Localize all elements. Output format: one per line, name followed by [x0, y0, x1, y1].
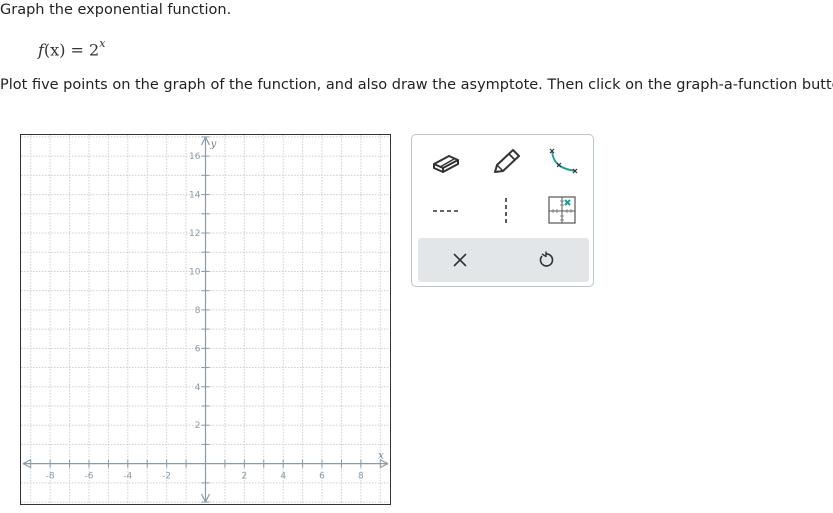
- vertical-asymptote-button[interactable]: [486, 195, 526, 225]
- y-axis-label: y: [210, 139, 217, 150]
- dashed-horizontal-line-icon: [433, 210, 460, 212]
- exponential-curve-icon: [549, 148, 578, 174]
- dashed-vertical-line-icon: [505, 198, 507, 223]
- eraser-button[interactable]: [426, 147, 466, 177]
- y-tick-label: 12: [189, 229, 200, 239]
- instruction-text: Plot five points on the graph of the fun…: [0, 77, 833, 93]
- undo-button[interactable]: [532, 246, 560, 274]
- y-tick-label: 6: [195, 344, 201, 354]
- pencil-button[interactable]: [486, 145, 526, 177]
- function-exponent: x: [99, 37, 106, 50]
- x-tick-label: -8: [46, 472, 55, 482]
- horizontal-asymptote-button[interactable]: [426, 195, 466, 225]
- graph-toolbox: [411, 134, 594, 287]
- point-on-grid-icon: [548, 196, 576, 224]
- x-tick-label: 2: [241, 472, 247, 482]
- point-grid-button[interactable]: [542, 193, 582, 227]
- function-formula: f(x) = 2x: [38, 37, 106, 60]
- question-title: Graph the exponential function.: [0, 2, 232, 18]
- x-tick-label: 6: [319, 472, 325, 482]
- graph-canvas[interactable]: -8 -6 -4 -2 2 4 6 8 2 4 6 8 10 12 14 16 x y: [21, 135, 390, 504]
- y-tick-label: 16: [189, 152, 201, 162]
- y-tick-label: 8: [195, 306, 201, 316]
- x-tick-label: 8: [358, 472, 364, 482]
- y-tick-label: 14: [189, 191, 201, 201]
- x-axis-label: x: [378, 451, 384, 462]
- graph-function-button[interactable]: [540, 145, 584, 177]
- toolbox-action-bar: [418, 238, 589, 282]
- y-tick-label: 10: [189, 267, 201, 277]
- x-tick-label: 4: [280, 472, 286, 482]
- coordinate-plane[interactable]: -8 -6 -4 -2 2 4 6 8 2 4 6 8 10 12 14 16 x y: [20, 134, 391, 505]
- undo-icon: [539, 251, 554, 267]
- x-tick-label: -2: [162, 472, 171, 482]
- x-tick-label: -4: [123, 472, 132, 482]
- close-icon: [453, 253, 467, 267]
- y-tick-label: 4: [195, 383, 201, 393]
- eraser-icon: [433, 155, 459, 173]
- x-tick-label: -6: [84, 472, 93, 482]
- function-argument: (x) = 2: [43, 40, 100, 60]
- clear-button[interactable]: [446, 246, 474, 274]
- y-tick-label: 2: [195, 421, 201, 431]
- pencil-icon: [494, 149, 520, 173]
